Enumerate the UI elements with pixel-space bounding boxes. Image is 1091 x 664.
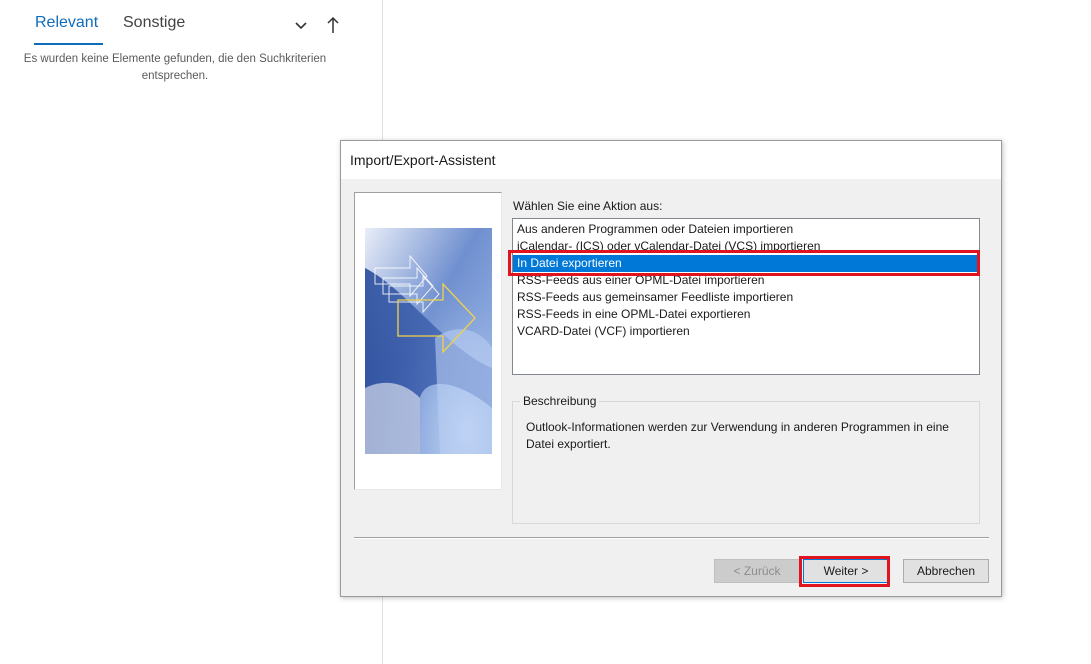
dialog-title: Import/Export-Assistent	[350, 152, 496, 168]
next-button[interactable]: Weiter >	[803, 559, 889, 583]
list-item-selected[interactable]: In Datei exportieren	[513, 255, 979, 272]
description-text: Outlook-Informationen werden zur Verwend…	[526, 420, 949, 451]
chevron-down-icon[interactable]	[290, 12, 312, 38]
list-item[interactable]: RSS-Feeds in eine OPML-Datei exportieren	[513, 306, 979, 323]
action-prompt-label: Wählen Sie eine Aktion aus:	[513, 199, 663, 213]
description-label: Beschreibung	[520, 394, 600, 408]
active-tab-indicator	[34, 43, 103, 45]
separator	[354, 537, 989, 539]
wizard-image-frame	[354, 192, 502, 490]
import-export-dialog: Import/Export-Assistent Wählen Sie eine …	[340, 140, 1002, 597]
message-list-pane: Relevant Sonstige Es wurden keine Elemen…	[0, 0, 383, 664]
dialog-titlebar[interactable]: Import/Export-Assistent	[341, 141, 1001, 179]
empty-list-message: Es wurden keine Elemente gefunden, die d…	[23, 53, 327, 82]
tab-sonstige[interactable]: Sonstige	[123, 14, 185, 32]
list-item[interactable]: iCalendar- (ICS) oder vCalendar-Datei (V…	[513, 238, 979, 255]
action-listbox[interactable]: Aus anderen Programmen oder Dateien impo…	[512, 218, 980, 375]
tab-relevant[interactable]: Relevant	[35, 14, 98, 32]
list-item[interactable]: VCARD-Datei (VCF) importieren	[513, 323, 979, 340]
back-button[interactable]: < Zurück	[714, 559, 800, 583]
list-item[interactable]: RSS-Feeds aus gemeinsamer Feedliste impo…	[513, 289, 979, 306]
list-item[interactable]: RSS-Feeds aus einer OPML-Datei importier…	[513, 272, 979, 289]
wizard-illustration	[365, 228, 492, 454]
list-item[interactable]: Aus anderen Programmen oder Dateien impo…	[513, 221, 979, 238]
cancel-button[interactable]: Abbrechen	[903, 559, 989, 583]
sort-up-arrow-icon[interactable]	[322, 12, 344, 38]
